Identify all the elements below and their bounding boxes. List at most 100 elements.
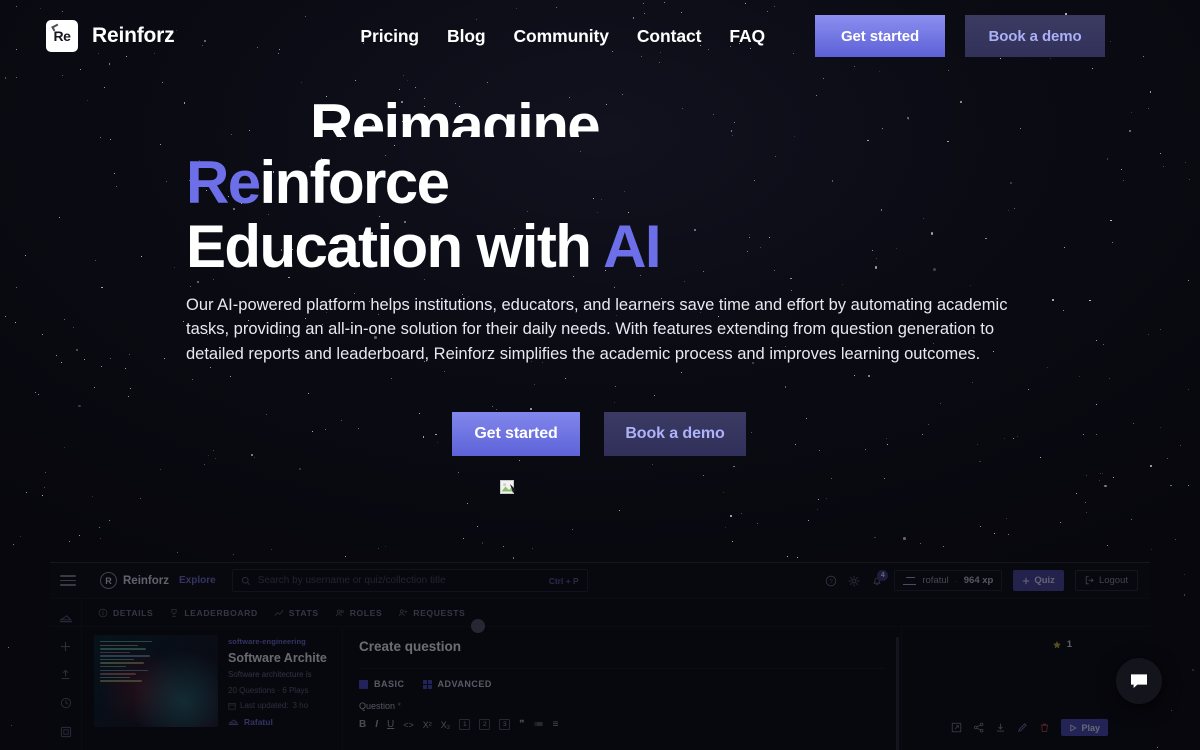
tab-leaderboard[interactable]: LEADERBOARD (169, 608, 257, 618)
chat-bubble-icon (1131, 674, 1147, 688)
download-icon[interactable] (995, 722, 1006, 733)
nav-link-blog[interactable]: Blog (447, 26, 486, 47)
rail-upload-icon[interactable] (60, 669, 71, 680)
info-icon (98, 608, 108, 617)
dashboard-side-rail (50, 599, 82, 750)
people-icon (335, 609, 344, 616)
page-title: Reinforce Education with AI (186, 149, 662, 280)
bullet-list-icon[interactable]: ≡ (553, 719, 559, 730)
quiz-question-count: 20 Questions (228, 686, 276, 695)
tab-requests-label: REQUESTS (413, 607, 466, 618)
panel-divider (359, 668, 885, 669)
nav-link-contact[interactable]: Contact (637, 26, 702, 47)
help-icon[interactable]: ? (825, 575, 837, 587)
open-external-icon[interactable] (951, 722, 962, 733)
dashboard-tab-strip: DETAILS LEADERBOARD STATS ROLES REQUESTS (50, 599, 1150, 627)
ordered-list-icon[interactable]: ≔ (534, 719, 544, 730)
create-question-title: Create question (359, 639, 462, 654)
edit-icon[interactable] (1017, 722, 1028, 733)
rail-plus-icon[interactable] (60, 641, 71, 652)
question-field-label: Question * (359, 701, 885, 711)
hero-title-line2-plain: Education with (186, 212, 604, 280)
hero-get-started-button[interactable]: Get started (452, 412, 580, 456)
mode-advanced[interactable]: ADVANCED (422, 679, 492, 689)
user-profile-chip[interactable]: rofatul · 964 xp (894, 570, 1003, 591)
mode-advanced-label: ADVANCED (437, 679, 492, 689)
hero-title-rest: inforce (259, 149, 450, 216)
underline-icon[interactable]: U (387, 719, 394, 730)
nav-links: Pricing Blog Community Contact FAQ (360, 26, 765, 47)
italic-icon[interactable]: I (375, 719, 378, 730)
quiz-tag[interactable]: software-engineering (228, 637, 327, 646)
tab-leaderboard-label: LEADERBOARD (184, 607, 258, 618)
nav-link-pricing[interactable]: Pricing (360, 26, 419, 47)
play-icon (1070, 724, 1077, 731)
tab-roles[interactable]: ROLES (335, 608, 383, 618)
panel-scrollbar[interactable] (896, 637, 899, 750)
search-icon (241, 576, 250, 585)
question-mode-toggle: BASIC ADVANCED (359, 679, 885, 689)
play-quiz-button[interactable]: Play (1061, 719, 1108, 736)
heading-3-icon[interactable]: 3 (499, 719, 511, 730)
svg-text:?: ? (830, 579, 834, 585)
quiz-stats-separator: · (277, 686, 281, 695)
hero-title-line2: Education with AI (186, 212, 662, 280)
quiz-updated-value: 3 ho (292, 701, 309, 710)
tab-stats-label: STATS (288, 607, 319, 618)
rail-clock-icon[interactable] (60, 697, 72, 709)
quiz-author-name: Rafatul (244, 717, 273, 727)
notifications-bell-icon[interactable]: 4 (871, 569, 889, 587)
create-quiz-button[interactable]: Quiz (1013, 570, 1064, 591)
quiz-row-right-column: 1 Play (902, 627, 1150, 750)
bold-icon[interactable]: B (359, 719, 366, 730)
tab-details[interactable]: DETAILS (98, 608, 153, 618)
hero-title-line2-accent: AI (603, 212, 661, 280)
notification-badge: 4 (877, 569, 889, 581)
hero-title-accent: Re (186, 149, 261, 216)
rail-rank-icon[interactable] (58, 613, 73, 624)
person-add-icon (399, 608, 408, 616)
quote-icon[interactable]: ❞ (519, 719, 524, 730)
tab-stats[interactable]: STATS (274, 608, 319, 618)
code-icon[interactable]: <> (403, 720, 414, 730)
logout-button[interactable]: Logout (1074, 570, 1138, 591)
hamburger-menu-icon[interactable] (60, 575, 76, 586)
rail-panel-icon[interactable] (60, 726, 72, 738)
top-navigation-bar: Re Reinforz Pricing Blog Community Conta… (0, 0, 1200, 72)
superscript-icon[interactable]: X² (423, 720, 432, 730)
heading-2-icon[interactable]: 2 (479, 719, 491, 730)
basic-mode-icon (359, 679, 368, 689)
theme-toggle-icon[interactable] (848, 575, 860, 587)
landing-page: Re Reinforz Pricing Blog Community Conta… (0, 0, 1200, 750)
logout-icon (1085, 576, 1094, 585)
mode-basic[interactable]: BASIC (359, 679, 405, 689)
quiz-author[interactable]: Rafatul (228, 717, 327, 727)
dashboard-top-bar: R Reinforz Explore Search by username or… (50, 563, 1150, 599)
subscript-icon[interactable]: X₂ (441, 720, 451, 730)
logo-text: Re (53, 28, 71, 44)
search-input[interactable]: Search by username or quiz/collection ti… (231, 569, 588, 592)
nav-link-faq[interactable]: FAQ (729, 26, 765, 47)
calendar-icon (228, 702, 236, 710)
quiz-card[interactable]: software-engineering Software Archite So… (82, 627, 332, 750)
nav-link-community[interactable]: Community (514, 26, 609, 47)
tab-requests[interactable]: REQUESTS (398, 608, 465, 618)
quiz-rating: 1 (1052, 639, 1072, 650)
dashboard-logo-text: R (105, 575, 112, 586)
chat-widget-button[interactable] (1116, 658, 1162, 704)
hero-rotating-word: Reimagine (310, 95, 600, 137)
nav-book-demo-button[interactable]: Book a demo (965, 15, 1106, 57)
heading-1-icon[interactable]: 1 (459, 719, 471, 730)
hero-book-demo-button[interactable]: Book a demo (604, 412, 746, 456)
user-separator: · (954, 575, 958, 586)
search-placeholder: Search by username or quiz/collection ti… (257, 575, 446, 586)
quiz-updated-label: Last updated: (240, 701, 289, 710)
delete-icon[interactable] (1039, 722, 1050, 733)
dashboard-explore-link[interactable]: Explore (179, 575, 216, 586)
create-question-panel: Create question BASIC ADVANCED Question … (342, 619, 902, 750)
advanced-mode-icon (422, 679, 432, 689)
share-icon[interactable] (973, 722, 984, 733)
quiz-description: Software architecture is (228, 670, 312, 679)
nav-get-started-button[interactable]: Get started (815, 15, 946, 57)
brand-logo[interactable]: Re Reinforz (46, 20, 175, 52)
